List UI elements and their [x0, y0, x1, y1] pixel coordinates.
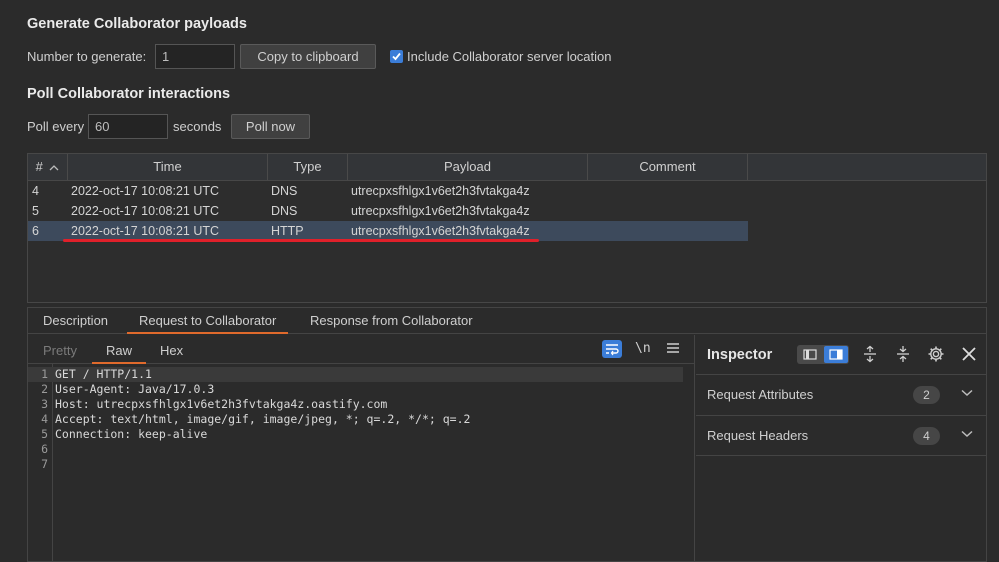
hamburger-menu-icon — [667, 343, 679, 353]
word-wrap-icon — [606, 344, 619, 356]
inspector-section-request-attributes[interactable]: Request Attributes 2 — [696, 374, 986, 415]
row-payload: utrecpxsfhlgx1v6et2h3fvtakga4z — [351, 184, 530, 198]
section-label: Request Attributes — [707, 387, 814, 402]
row-type: DNS — [271, 184, 298, 198]
poll-section-title: Poll Collaborator interactions — [27, 86, 231, 102]
inspector-layout-toggle — [797, 345, 849, 364]
column-header-type[interactable]: Type — [268, 154, 348, 180]
editor-menu-button[interactable] — [666, 341, 680, 358]
code-line: 1 GET / HTTP/1.1 — [28, 367, 683, 382]
interaction-detail-panel: Description Request to Collaborator Resp… — [27, 307, 987, 562]
code-line: 7 — [41, 457, 48, 471]
row-time: 2022-oct-17 10:08:21 UTC — [71, 204, 220, 218]
interactions-table: # Time Type Payload Comment 4 2022-oct-1… — [27, 153, 987, 303]
word-wrap-toggle[interactable] — [602, 340, 622, 358]
layout-sidebar-icon — [829, 349, 843, 360]
expand-all-button[interactable] — [862, 345, 878, 366]
row-payload: utrecpxsfhlgx1v6et2h3fvtakga4z — [351, 224, 530, 238]
seconds-label: seconds — [173, 119, 222, 134]
layout-right-button[interactable] — [824, 346, 848, 363]
inspector-panel: Inspector Request Attributes 2 Request H… — [696, 335, 986, 562]
inspector-settings-button[interactable] — [927, 345, 945, 366]
row-payload: utrecpxsfhlgx1v6et2h3fvtakga4z — [351, 204, 530, 218]
section-label: Request Headers — [707, 428, 809, 443]
table-row-selected[interactable]: 6 2022-oct-17 10:08:21 UTC HTTP utrecpxs… — [28, 221, 748, 241]
code-line: 6 — [41, 442, 48, 456]
tab-pretty[interactable]: Pretty — [43, 335, 77, 364]
row-number: 4 — [32, 184, 39, 198]
close-icon — [962, 347, 976, 361]
chevron-down-icon — [961, 389, 973, 397]
inspector-section-request-headers[interactable]: Request Headers 4 — [696, 415, 986, 456]
count-badge: 2 — [913, 386, 940, 404]
column-header-comment[interactable]: Comment — [588, 154, 748, 180]
column-header-payload[interactable]: Payload — [348, 154, 588, 180]
number-to-generate-label: Number to generate: — [27, 49, 147, 64]
table-row[interactable]: 4 2022-oct-17 10:08:21 UTC DNS utrecpxsf… — [28, 181, 748, 201]
table-row[interactable]: 5 2022-oct-17 10:08:21 UTC DNS utrecpxsf… — [28, 201, 748, 221]
collapse-vertical-icon — [897, 346, 909, 362]
layout-left-button[interactable] — [799, 347, 821, 362]
tab-request-to-collaborator[interactable]: Request to Collaborator — [126, 308, 289, 334]
poll-every-label: Poll every — [27, 119, 85, 134]
include-server-location-checkbox[interactable] — [390, 50, 403, 63]
expand-vertical-icon — [864, 345, 876, 363]
column-header-number[interactable]: # — [28, 154, 68, 180]
request-code[interactable]: 1 GET / HTTP/1.1 2 User-Agent: Java/17.0.3… — [28, 367, 695, 472]
row-type: DNS — [271, 204, 298, 218]
gear-icon — [928, 346, 944, 362]
row-time: 2022-oct-17 10:08:21 UTC — [71, 184, 220, 198]
row-number: 5 — [32, 204, 39, 218]
code-line: 2 User-Agent: Java/17.0.3 — [41, 382, 215, 396]
include-server-location-label: Include Collaborator server location — [407, 49, 612, 64]
generate-section-title: Generate Collaborator payloads — [27, 16, 247, 32]
layout-columns-icon — [803, 349, 817, 360]
detail-tabs: Description Request to Collaborator Resp… — [28, 308, 986, 334]
poll-now-button[interactable]: Poll now — [231, 114, 310, 139]
show-newlines-toggle[interactable]: \n — [635, 340, 651, 358]
code-line: 3 Host: utrecpxsfhlgx1v6et2h3fvtakga4z.oa… — [41, 397, 388, 411]
row-time: 2022-oct-17 10:08:21 UTC — [71, 224, 220, 238]
table-header: # Time Type Payload Comment — [28, 154, 986, 181]
code-line: 5 Connection: keep-alive — [41, 427, 208, 441]
sort-ascending-icon — [49, 165, 59, 171]
number-to-generate-input[interactable]: 1 — [155, 44, 235, 69]
tab-response-from-collaborator[interactable]: Response from Collaborator — [310, 308, 473, 334]
tab-description[interactable]: Description — [43, 308, 108, 334]
row-number: 6 — [32, 224, 39, 238]
row-type: HTTP — [271, 224, 304, 238]
checkmark-icon — [392, 52, 401, 61]
close-inspector-button[interactable] — [961, 346, 977, 365]
tab-hex[interactable]: Hex — [160, 335, 183, 364]
tab-raw[interactable]: Raw — [91, 335, 147, 364]
code-line: 4 Accept: text/html, image/gif, image/jpe… — [41, 412, 471, 426]
column-header-time[interactable]: Time — [68, 154, 268, 180]
copy-to-clipboard-button[interactable]: Copy to clipboard — [240, 44, 376, 69]
editor-view-tabs: Pretty Raw Hex \n — [28, 335, 695, 364]
count-badge: 4 — [913, 427, 940, 445]
chevron-down-icon — [961, 430, 973, 438]
poll-interval-input[interactable]: 60 — [88, 114, 168, 139]
request-editor: Pretty Raw Hex \n 1 GET / HTTP/1.1 2 User-… — [28, 335, 695, 562]
collapse-all-button[interactable] — [895, 345, 911, 366]
inspector-title: Inspector — [707, 347, 773, 363]
annotation-underline — [63, 239, 539, 242]
